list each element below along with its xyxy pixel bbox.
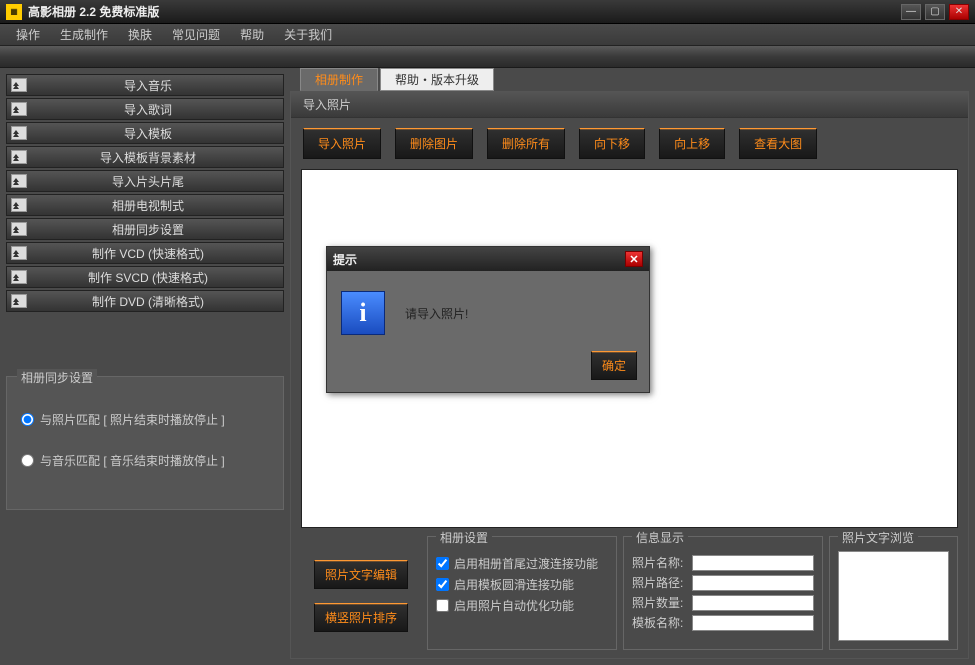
btn-move-up[interactable]: 向上移 bbox=[659, 128, 725, 159]
photo-toolbar: 导入照片 删除图片 删除所有 向下移 向上移 查看大图 bbox=[291, 118, 968, 169]
val-photo-count bbox=[692, 595, 814, 611]
panel-text-preview: 照片文字浏览 bbox=[829, 536, 958, 650]
info-icon: i bbox=[341, 291, 385, 335]
tab-bar: 相册制作 帮助・版本升级 bbox=[300, 68, 969, 91]
sidebar-item-tv-format[interactable]: 相册电视制式 bbox=[6, 194, 284, 216]
chk-auto-optimize[interactable]: 启用照片自动优化功能 bbox=[436, 597, 608, 614]
menu-operate[interactable]: 操作 bbox=[8, 23, 48, 46]
menu-bar: 操作 生成制作 换肤 常见问题 帮助 关于我们 bbox=[0, 24, 975, 46]
lbl-template-name: 模板名称: bbox=[632, 614, 692, 631]
chevron-up-icon bbox=[11, 78, 27, 92]
tab-help-upgrade[interactable]: 帮助・版本升级 bbox=[380, 68, 494, 91]
chevron-up-icon bbox=[11, 198, 27, 212]
sync-legend: 相册同步设置 bbox=[17, 369, 97, 386]
sidebar-item-import-template-bg[interactable]: 导入模板背景素材 bbox=[6, 146, 284, 168]
radio-match-photo[interactable]: 与照片匹配 [ 照片结束时播放停止 ] bbox=[21, 411, 275, 428]
btn-edit-text[interactable]: 照片文字编辑 bbox=[314, 560, 408, 589]
sidebar-item-sync-settings[interactable]: 相册同步设置 bbox=[6, 218, 284, 240]
sync-settings-group: 相册同步设置 与照片匹配 [ 照片结束时播放停止 ] 与音乐匹配 [ 音乐结束时… bbox=[6, 376, 284, 510]
window-title: 高影相册 2.2 免费标准版 bbox=[28, 3, 897, 20]
sidebar: 导入音乐 导入歌词 导入模板 导入模板背景素材 导入片头片尾 相册电视制式 相册… bbox=[0, 68, 290, 665]
preview-box bbox=[838, 551, 949, 641]
close-button[interactable]: ✕ bbox=[949, 4, 969, 20]
menu-help[interactable]: 帮助 bbox=[232, 23, 272, 46]
btn-view-large[interactable]: 查看大图 bbox=[739, 128, 817, 159]
menu-about[interactable]: 关于我们 bbox=[276, 23, 340, 46]
minimize-button[interactable]: — bbox=[901, 4, 921, 20]
sidebar-item-make-dvd[interactable]: 制作 DVD (清晰格式) bbox=[6, 290, 284, 312]
section-header: 导入照片 bbox=[291, 92, 968, 118]
chevron-up-icon bbox=[11, 270, 27, 284]
alert-dialog: 提示 ✕ i 请导入照片! 确定 bbox=[326, 246, 650, 393]
chevron-up-icon bbox=[11, 102, 27, 116]
dialog-title-bar[interactable]: 提示 ✕ bbox=[327, 247, 649, 271]
btn-sort-orientation[interactable]: 横竖照片排序 bbox=[314, 603, 408, 632]
maximize-button[interactable]: ▢ bbox=[925, 4, 945, 20]
sidebar-item-import-music[interactable]: 导入音乐 bbox=[6, 74, 284, 96]
dialog-message: 请导入照片! bbox=[405, 305, 468, 322]
app-icon: ▦ bbox=[6, 4, 22, 20]
radio-match-music-input[interactable] bbox=[21, 454, 34, 467]
panel-info: 信息显示 照片名称: 照片路径: 照片数量: 模板名称: bbox=[623, 536, 823, 650]
lbl-photo-path: 照片路径: bbox=[632, 574, 692, 591]
btn-move-down[interactable]: 向下移 bbox=[579, 128, 645, 159]
dialog-close-button[interactable]: ✕ bbox=[625, 251, 643, 267]
chevron-up-icon bbox=[11, 294, 27, 308]
radio-match-photo-input[interactable] bbox=[21, 413, 34, 426]
sidebar-item-make-vcd[interactable]: 制作 VCD (快速格式) bbox=[6, 242, 284, 264]
val-photo-path bbox=[692, 575, 814, 591]
dialog-ok-button[interactable]: 确定 bbox=[591, 351, 637, 380]
menu-faq[interactable]: 常见问题 bbox=[164, 23, 228, 46]
menu-generate[interactable]: 生成制作 bbox=[52, 23, 116, 46]
panel-actions: 照片文字编辑 横竖照片排序 bbox=[301, 536, 421, 650]
sidebar-item-import-lyrics[interactable]: 导入歌词 bbox=[6, 98, 284, 120]
settings-legend: 相册设置 bbox=[436, 529, 492, 546]
val-photo-name bbox=[692, 555, 814, 571]
chevron-up-icon bbox=[11, 222, 27, 236]
decorative-strip bbox=[0, 46, 975, 68]
chk-transition[interactable]: 启用相册首尾过渡连接功能 bbox=[436, 555, 608, 572]
radio-match-music[interactable]: 与音乐匹配 [ 音乐结束时播放停止 ] bbox=[21, 452, 275, 469]
info-legend: 信息显示 bbox=[632, 529, 688, 546]
btn-import-photo[interactable]: 导入照片 bbox=[303, 128, 381, 159]
menu-skin[interactable]: 换肤 bbox=[120, 23, 160, 46]
btn-delete-all[interactable]: 删除所有 bbox=[487, 128, 565, 159]
lbl-photo-count: 照片数量: bbox=[632, 594, 692, 611]
chk-smooth-template[interactable]: 启用模板圆滑连接功能 bbox=[436, 576, 608, 593]
sidebar-item-make-svcd[interactable]: 制作 SVCD (快速格式) bbox=[6, 266, 284, 288]
sidebar-item-import-headtail[interactable]: 导入片头片尾 bbox=[6, 170, 284, 192]
title-bar: ▦ 高影相册 2.2 免费标准版 — ▢ ✕ bbox=[0, 0, 975, 24]
panel-album-settings: 相册设置 启用相册首尾过渡连接功能 启用模板圆滑连接功能 启用照片自动优化功能 bbox=[427, 536, 617, 650]
dialog-title: 提示 bbox=[333, 251, 625, 268]
tab-album-make[interactable]: 相册制作 bbox=[300, 68, 378, 91]
sidebar-item-import-template[interactable]: 导入模板 bbox=[6, 122, 284, 144]
lbl-photo-name: 照片名称: bbox=[632, 554, 692, 571]
val-template-name bbox=[692, 615, 814, 631]
chevron-up-icon bbox=[11, 126, 27, 140]
chevron-up-icon bbox=[11, 246, 27, 260]
chevron-up-icon bbox=[11, 150, 27, 164]
preview-legend: 照片文字浏览 bbox=[838, 529, 918, 546]
chevron-up-icon bbox=[11, 174, 27, 188]
btn-delete-image[interactable]: 删除图片 bbox=[395, 128, 473, 159]
